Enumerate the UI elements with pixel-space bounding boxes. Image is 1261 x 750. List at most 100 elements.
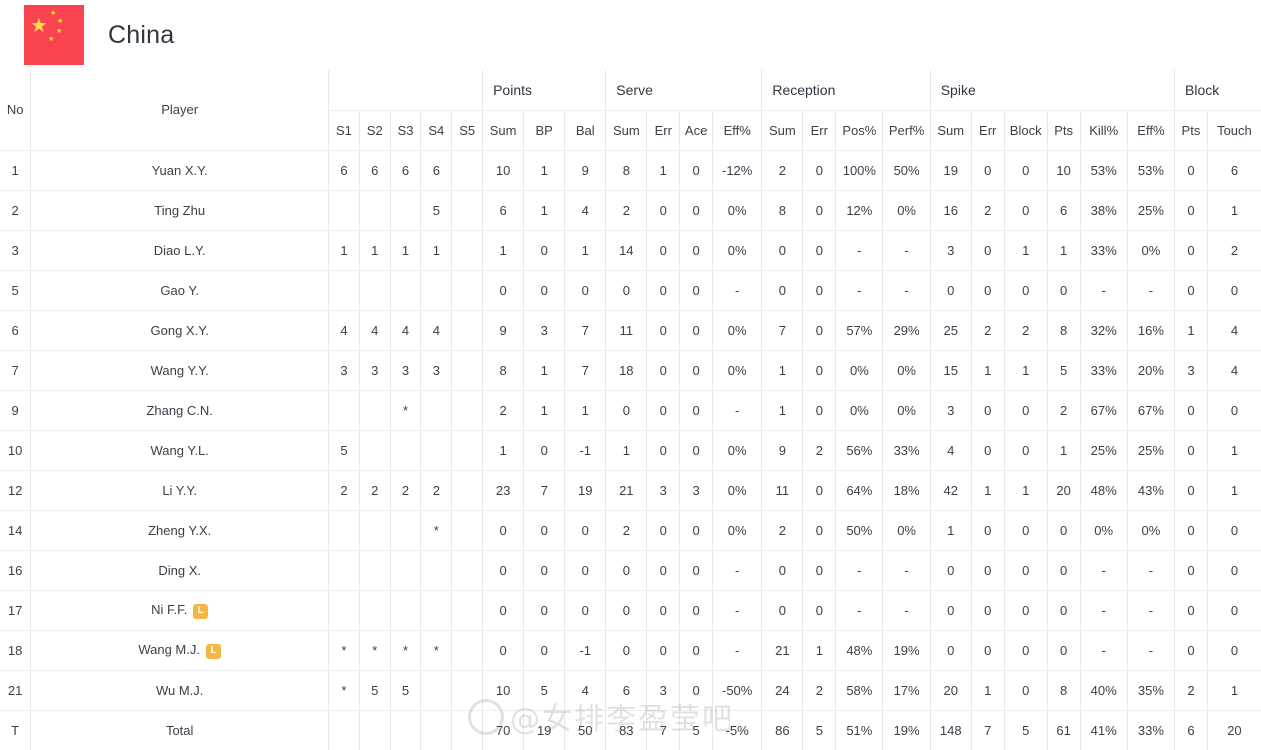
player-name[interactable]: Diao L.Y. [30, 230, 330, 271]
stat-cell: 0% [712, 310, 763, 351]
stat-cell: 0 [679, 550, 714, 591]
player-name[interactable]: Wang Y.L. [30, 430, 330, 471]
stat-cell [420, 710, 453, 750]
stat-cell: 1 [1207, 190, 1261, 231]
table-row: 18 Wang M.J. L * * * * 0 0 -1 0 0 0-21 1 48% 19% 0 0 0 0- -0… [0, 630, 1261, 671]
stat-cell: 0% [835, 390, 884, 431]
team-name: China [108, 20, 175, 49]
stat-cell: 0 [802, 230, 837, 271]
player-name[interactable]: Yuan X.Y. [30, 150, 330, 191]
stat-cell: 3 [1174, 350, 1208, 391]
stat-cell: 0 [1207, 270, 1261, 311]
stat-cell: 0 [605, 550, 648, 591]
header-s4: S4 [420, 110, 453, 151]
row-number: 10 [0, 430, 32, 471]
header-spike-eff: Eff% [1127, 110, 1176, 151]
stat-cell [390, 270, 422, 311]
player-name[interactable]: Li Y.Y. [30, 470, 330, 511]
player-name[interactable]: Zheng Y.X. [30, 510, 330, 551]
stat-cell: 0 [1047, 270, 1081, 311]
stat-cell: 2 [1174, 670, 1208, 711]
stat-cell: 0% [882, 390, 931, 431]
stat-cell: 56% [835, 430, 884, 471]
stat-cell [390, 190, 422, 231]
stat-cell: 8 [761, 190, 804, 231]
stat-cell: 0 [930, 270, 972, 311]
stat-cell: 5 [390, 670, 422, 711]
stat-cell: 0 [802, 190, 837, 231]
player-name-text: Ting Zhu [154, 202, 206, 218]
stat-cell: * [420, 630, 453, 671]
flag-star-1: ★ [50, 9, 57, 17]
stat-cell: 23 [482, 470, 525, 511]
stat-cell: 10 [482, 670, 525, 711]
stat-cell: 0 [1207, 390, 1261, 431]
stat-cell: 2 [761, 150, 804, 191]
stat-cell: 8 [605, 150, 648, 191]
player-name[interactable]: Ting Zhu [30, 190, 330, 231]
header-s2: S2 [359, 110, 391, 151]
stat-cell: 8 [1047, 670, 1081, 711]
player-name[interactable]: Ni F.F. L [30, 590, 330, 631]
player-name-text: Wang Y.Y. [150, 362, 209, 378]
header-spike-err: Err [971, 110, 1005, 151]
stat-cell: 0 [971, 270, 1005, 311]
stat-cell: 2 [605, 190, 648, 231]
flag-star-large: ★ [30, 13, 48, 37]
stat-cell: - [882, 590, 931, 631]
stat-cell: 2 [802, 670, 837, 711]
player-name[interactable]: Wang Y.Y. [30, 350, 330, 391]
player-name[interactable]: Zhang C.N. [30, 390, 330, 431]
stat-cell: -1 [564, 630, 607, 671]
stat-cell: 0 [646, 550, 681, 591]
stat-cell: 2 [971, 190, 1005, 231]
stat-cell: 0 [802, 390, 837, 431]
header-s3: S3 [390, 110, 422, 151]
stat-cell: - [882, 270, 931, 311]
stat-cell: 8 [482, 350, 525, 391]
player-name-text: Gong X.Y. [150, 322, 209, 338]
stat-cell: 1 [1003, 230, 1048, 271]
stat-cell: 0 [564, 270, 607, 311]
stat-cell: 33% [1080, 230, 1128, 271]
stat-cell: 70 [482, 710, 525, 750]
player-name[interactable]: Gong X.Y. [30, 310, 330, 351]
stat-cell: 48% [835, 630, 884, 671]
stat-cell [451, 550, 484, 591]
player-name[interactable]: Wu M.J. [30, 670, 330, 711]
stat-cell [390, 510, 422, 551]
header-serve-err: Err [646, 110, 681, 151]
stat-cell: 25% [1127, 430, 1176, 471]
stat-cell: 9 [482, 310, 525, 351]
stat-cell: 3 [646, 470, 681, 511]
stat-cell [390, 550, 422, 591]
stat-cell: 20 [1047, 470, 1081, 511]
table-body: 1 Yuan X.Y. 6 6 6 6 10 1 9 8 1 0 -12% 2 0 100% 50% 19 0 0 10… [0, 150, 1261, 750]
stat-cell [390, 590, 422, 631]
stat-cell: 0 [802, 550, 837, 591]
stat-cell [328, 550, 360, 591]
row-number: 12 [0, 470, 32, 511]
stat-cell: 0 [679, 510, 714, 551]
stat-cell: 7 [646, 710, 681, 750]
stat-cell: - [835, 590, 884, 631]
stat-cell: 1 [1207, 670, 1261, 711]
stat-cell: 0% [712, 230, 763, 271]
stat-cell: 19 [564, 470, 607, 511]
stat-cell [451, 510, 484, 551]
stat-cell: 0 [1003, 510, 1048, 551]
stat-cell: -5% [712, 710, 763, 750]
header-points-bp: BP [523, 110, 566, 151]
stat-cell: 4 [390, 310, 422, 351]
stat-cell: 0 [679, 590, 714, 631]
player-name[interactable]: Wang M.J. L [30, 630, 330, 671]
flag-star-3: ★ [56, 27, 63, 35]
player-name[interactable]: Gao Y. [30, 270, 330, 311]
stat-cell: - [712, 550, 763, 591]
stat-cell: 1 [971, 350, 1005, 391]
stat-cell: 2 [420, 470, 453, 511]
player-name-text: Diao L.Y. [153, 242, 206, 258]
player-name[interactable]: Ding X. [30, 550, 330, 591]
table-row: 12 Li Y.Y. 2 2 2 2 23 7 19 21 3 3 0% 11 0 64% 18% 42 1 1 20 4… [0, 470, 1261, 511]
stat-cell: 0 [482, 550, 525, 591]
